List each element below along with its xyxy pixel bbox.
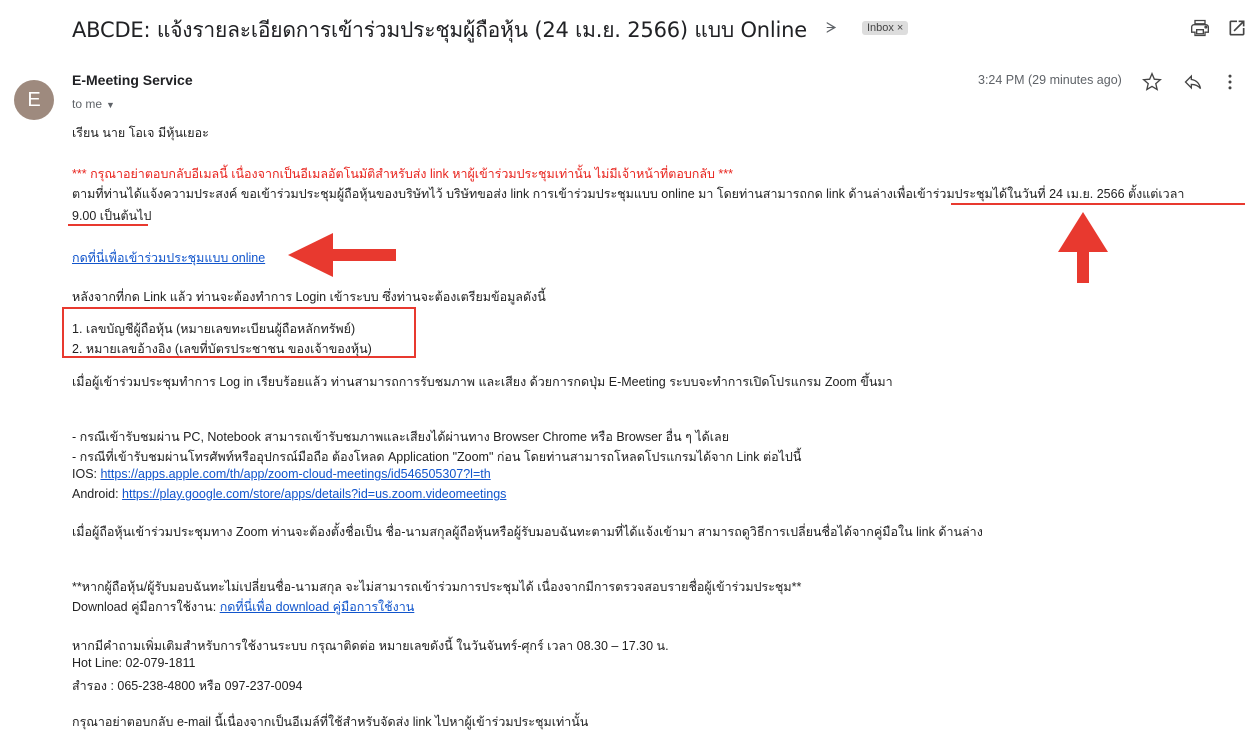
name-change-warning: **หากผู้ถือหุ้น/ผู้รับมอบฉันทะไม่เปลี่ยน… [72, 580, 802, 594]
email-subject: ABCDE: แจ้งรายละเอียดการเข้าร่วมประชุมผู… [72, 18, 807, 42]
recipient-details[interactable]: to me ▼ [72, 97, 115, 111]
download-manual-link[interactable]: กดที่นี่เพื่อ download คู่มือการใช้งาน [220, 600, 415, 614]
date-underline [951, 203, 1245, 205]
print-icon[interactable] [1190, 18, 1210, 38]
open-in-new-window-icon[interactable] [1227, 18, 1247, 38]
zoom-naming-instruction: เมื่อผู้ถือหุ้นเข้าร่วมประชุมทาง Zoom ท่… [72, 525, 983, 539]
red-arrow-up-icon [1058, 212, 1108, 283]
sender-name[interactable]: E-Meeting Service [72, 72, 193, 88]
recipient-text: to me [72, 97, 103, 111]
android-app-link[interactable]: https://play.google.com/store/apps/detai… [122, 487, 506, 501]
mobile-viewing-line: - กรณีที่เข้ารับชมผ่านโทรศัพท์หรืออุปกรณ… [72, 450, 802, 464]
intro-line-1: ตามที่ท่านได้แจ้งความประสงค์ ขอเข้าร่วมป… [72, 187, 1185, 201]
backup-phone: สำรอง : 065-238-4800 หรือ 097-237-0094 [72, 679, 303, 693]
ios-app-link[interactable]: https://apps.apple.com/th/app/zoom-cloud… [100, 467, 490, 481]
android-line: Android: https://play.google.com/store/a… [72, 487, 506, 501]
inbox-label-text: Inbox [867, 22, 894, 34]
download-label: Download คู่มือการใช้งาน: [72, 600, 220, 614]
ios-line: IOS: https://apps.apple.com/th/app/zoom-… [72, 467, 491, 481]
red-arrow-left-icon [288, 233, 396, 277]
time-underline [68, 224, 148, 226]
ios-label: IOS: [72, 467, 101, 481]
contact-info: หากมีคำถามเพิ่มเติมสำหรับการใช้งานระบบ ก… [72, 639, 669, 653]
hotline: Hot Line: 02-079-1811 [72, 656, 196, 670]
android-label: Android: [72, 487, 123, 501]
reply-icon[interactable] [1183, 72, 1203, 92]
join-meeting-link[interactable]: กดที่นี่เพื่อเข้าร่วมประชุมแบบ online [72, 251, 265, 265]
intro-line-2: 9.00 เป็นต้นไป [72, 209, 152, 223]
footer-note: กรุณาอย่าตอบกลับ e-mail นี้เนื่องจากเป็น… [72, 715, 589, 729]
sender-avatar[interactable]: E [14, 80, 54, 120]
more-vert-icon[interactable] [1220, 72, 1240, 92]
after-login-instruction: เมื่อผู้เข้าร่วมประชุมทำการ Log in เรียบ… [72, 375, 893, 389]
after-link-instruction: หลังจากที่กด Link แล้ว ท่านจะต้องทำการ L… [72, 290, 546, 304]
download-line: Download คู่มือการใช้งาน: กดที่นี่เพื่อ … [72, 597, 414, 617]
no-reply-warning: *** กรุณาอย่าตอบกลับอีเมลนี้ เนื่องจากเป… [72, 167, 734, 181]
email-timestamp: 3:24 PM (29 minutes ago) [978, 73, 1122, 87]
chevron-down-icon[interactable]: ▼ [106, 100, 115, 110]
star-icon[interactable] [1142, 72, 1162, 92]
remove-label-icon[interactable]: × [897, 22, 903, 34]
inbox-label-chip[interactable]: Inbox × [862, 21, 909, 35]
annotation-overlay [288, 212, 1108, 283]
pc-viewing-line: - กรณีเข้ารับชมผ่าน PC, Notebook สามารถเ… [72, 430, 730, 444]
requirements-highlight-box [62, 307, 416, 358]
importance-marker-icon[interactable]: ᗒ [826, 19, 837, 37]
greeting: เรียน นาย โอเจ มีหุ้นเยอะ [72, 126, 209, 140]
